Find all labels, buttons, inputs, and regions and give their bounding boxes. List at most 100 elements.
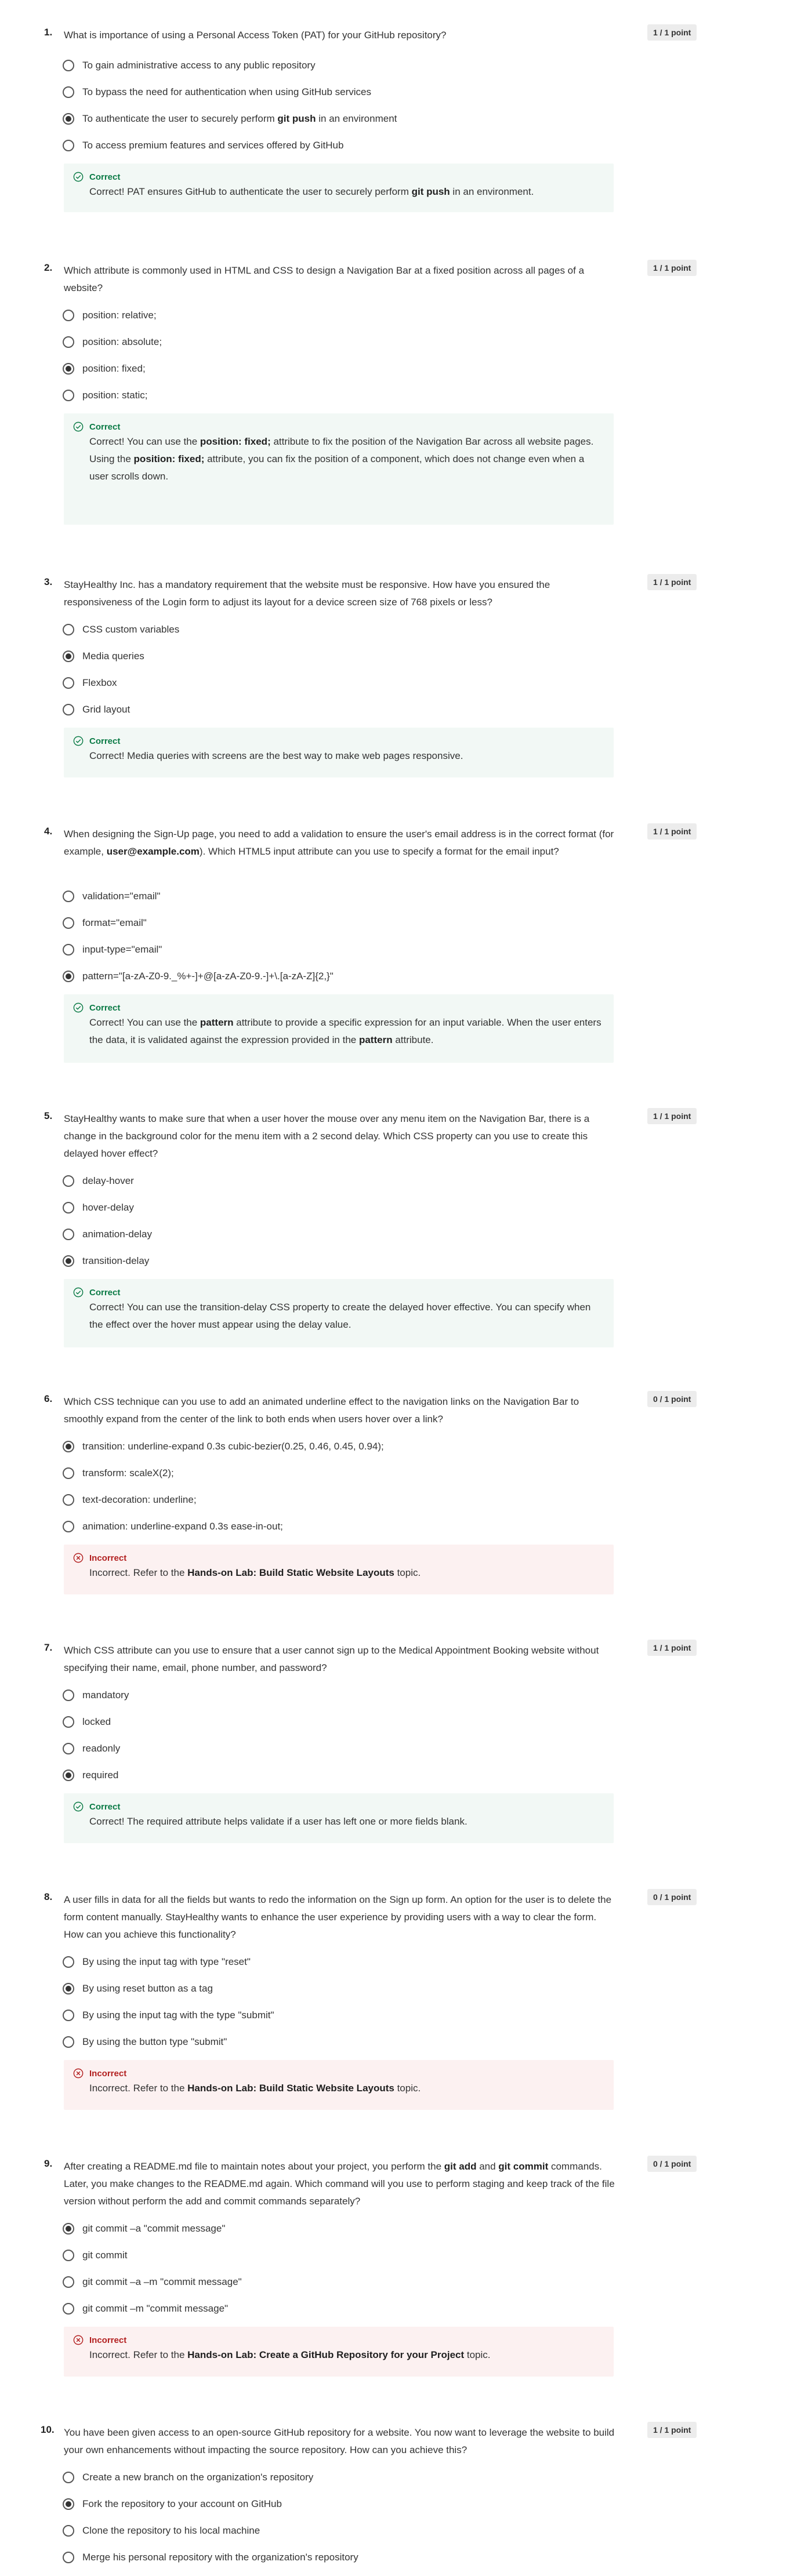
radio-button[interactable] (63, 651, 74, 662)
radio-button[interactable] (63, 310, 74, 321)
radio-button[interactable] (63, 1983, 74, 1994)
radio-button[interactable] (63, 2303, 74, 2315)
radio-button[interactable] (63, 944, 74, 955)
answer-option[interactable]: animation: underline-expand 0.3s ease-in… (63, 1518, 283, 1535)
radio-button[interactable] (63, 1690, 74, 1701)
option-label: input-type="email" (82, 944, 162, 955)
answer-option[interactable]: Clone the repository to his local machin… (63, 2522, 260, 2539)
option-label: Clone the repository to his local machin… (82, 2525, 260, 2536)
radio-button[interactable] (63, 2223, 74, 2235)
option-label: Merge his personal repository with the o… (82, 2552, 358, 2563)
question-number: 4. (44, 826, 53, 837)
radio-button[interactable] (63, 1716, 74, 1728)
answer-option[interactable]: validation="email" (63, 888, 160, 905)
answer-option[interactable]: transition: underline-expand 0.3s cubic-… (63, 1438, 384, 1455)
radio-button[interactable] (63, 2276, 74, 2288)
radio-button[interactable] (63, 971, 74, 982)
answer-option[interactable]: position: static; (63, 387, 147, 404)
feedback-label: Correct (89, 1287, 121, 1298)
answer-option[interactable]: Media queries (63, 648, 144, 665)
answer-option[interactable]: format="email" (63, 914, 147, 932)
option-label: git commit –a –m "commit message" (82, 2276, 242, 2287)
answer-option[interactable]: By using the input tag with the type "su… (63, 2007, 274, 2024)
radio-button[interactable] (63, 60, 74, 71)
feedback-label: Correct (89, 1801, 121, 1812)
feedback-label: Incorrect (89, 1553, 127, 1563)
radio-button[interactable] (63, 2250, 74, 2261)
answer-option[interactable]: Merge his personal repository with the o… (63, 2549, 358, 2566)
answer-option[interactable]: pattern="[a-zA-Z0-9._%+-]+@[a-zA-Z0-9.-]… (63, 968, 334, 985)
answer-option[interactable]: CSS custom variables (63, 621, 179, 638)
question-text: Which CSS technique can you use to add a… (64, 1396, 579, 1425)
radio-button[interactable] (63, 2036, 74, 2048)
radio-button[interactable] (63, 2525, 74, 2537)
answer-option[interactable]: To access premium features and services … (63, 137, 343, 154)
radio-button[interactable] (63, 1743, 74, 1754)
radio-button[interactable] (63, 917, 74, 929)
radio-button[interactable] (63, 113, 74, 125)
radio-button[interactable] (63, 2552, 74, 2563)
radio-button[interactable] (63, 1521, 74, 1532)
answer-option[interactable]: Flexbox (63, 674, 117, 692)
radio-button[interactable] (63, 1956, 74, 1968)
score-badge: 1 / 1 point (647, 2422, 697, 2438)
answer-option[interactable]: position: relative; (63, 307, 157, 324)
option-label: To access premium features and services … (82, 140, 344, 151)
answer-option[interactable]: git commit (63, 2247, 127, 2264)
answer-option[interactable]: Grid layout (63, 701, 130, 718)
answer-option[interactable]: Fork the repository to your account on G… (63, 2495, 282, 2513)
answer-option[interactable]: git commit –a –m "commit message" (63, 2273, 242, 2291)
radio-button[interactable] (63, 2472, 74, 2483)
radio-button[interactable] (63, 1770, 74, 1781)
radio-button[interactable] (63, 1175, 74, 1187)
answer-option[interactable]: input-type="email" (63, 941, 162, 958)
check-circle-icon (73, 172, 84, 182)
radio-button[interactable] (63, 1494, 74, 1506)
answer-option[interactable]: position: absolute; (63, 333, 162, 351)
radio-button[interactable] (63, 363, 74, 375)
answer-option[interactable]: git commit –a "commit message" (63, 2220, 225, 2237)
radio-button[interactable] (63, 891, 74, 902)
radio-button[interactable] (63, 1229, 74, 1240)
radio-button[interactable] (63, 704, 74, 715)
radio-button[interactable] (63, 1467, 74, 1479)
feedback-text: Correct! You can use the pattern attribu… (89, 1017, 601, 1045)
radio-button[interactable] (63, 1202, 74, 1213)
feedback-text: Correct! You can use the position: fixed… (89, 436, 594, 482)
radio-button[interactable] (63, 2498, 74, 2510)
radio-button[interactable] (63, 140, 74, 151)
answer-option[interactable]: hover-delay (63, 1199, 134, 1216)
radio-button[interactable] (63, 86, 74, 98)
question-number: 5. (44, 1110, 53, 1121)
answer-option[interactable]: By using the input tag with type "reset" (63, 1953, 251, 1971)
answer-option[interactable]: animation-delay (63, 1226, 152, 1243)
answer-option[interactable]: position: fixed; (63, 360, 146, 377)
option-label: hover-delay (82, 1202, 134, 1213)
answer-option[interactable]: mandatory (63, 1687, 129, 1704)
answer-option[interactable]: delay-hover (63, 1172, 134, 1190)
radio-button[interactable] (63, 1255, 74, 1267)
feedback-correct: Correct Correct! You can use the pattern… (64, 994, 614, 1063)
answer-option[interactable]: By using reset button as a tag (63, 1980, 213, 1997)
answer-option[interactable]: readonly (63, 1740, 120, 1757)
answer-option[interactable]: required (63, 1767, 118, 1784)
answer-option[interactable]: text-decoration: underline; (63, 1491, 197, 1509)
answer-option[interactable]: To bypass the need for authentication wh… (63, 83, 371, 101)
radio-button[interactable] (63, 2010, 74, 2021)
radio-button[interactable] (63, 1441, 74, 1452)
radio-button[interactable] (63, 624, 74, 635)
answer-option[interactable]: transition-delay (63, 1252, 149, 1270)
answer-option[interactable]: By using the button type "submit" (63, 2033, 227, 2051)
answer-option[interactable]: locked (63, 1713, 111, 1731)
radio-button[interactable] (63, 677, 74, 689)
radio-button[interactable] (63, 390, 74, 401)
option-label: position: absolute; (82, 336, 162, 347)
question-text: When designing the Sign-Up page, you nee… (64, 829, 614, 857)
answer-option[interactable]: To gain administrative access to any pub… (63, 57, 316, 74)
radio-button[interactable] (63, 336, 74, 348)
answer-option[interactable]: transform: scaleX(2); (63, 1465, 174, 1482)
option-label: position: static; (82, 390, 148, 401)
answer-option[interactable]: To authenticate the user to securely per… (63, 110, 397, 128)
answer-option[interactable]: git commit –m "commit message" (63, 2300, 228, 2317)
answer-option[interactable]: Create a new branch on the organization'… (63, 2469, 313, 2486)
